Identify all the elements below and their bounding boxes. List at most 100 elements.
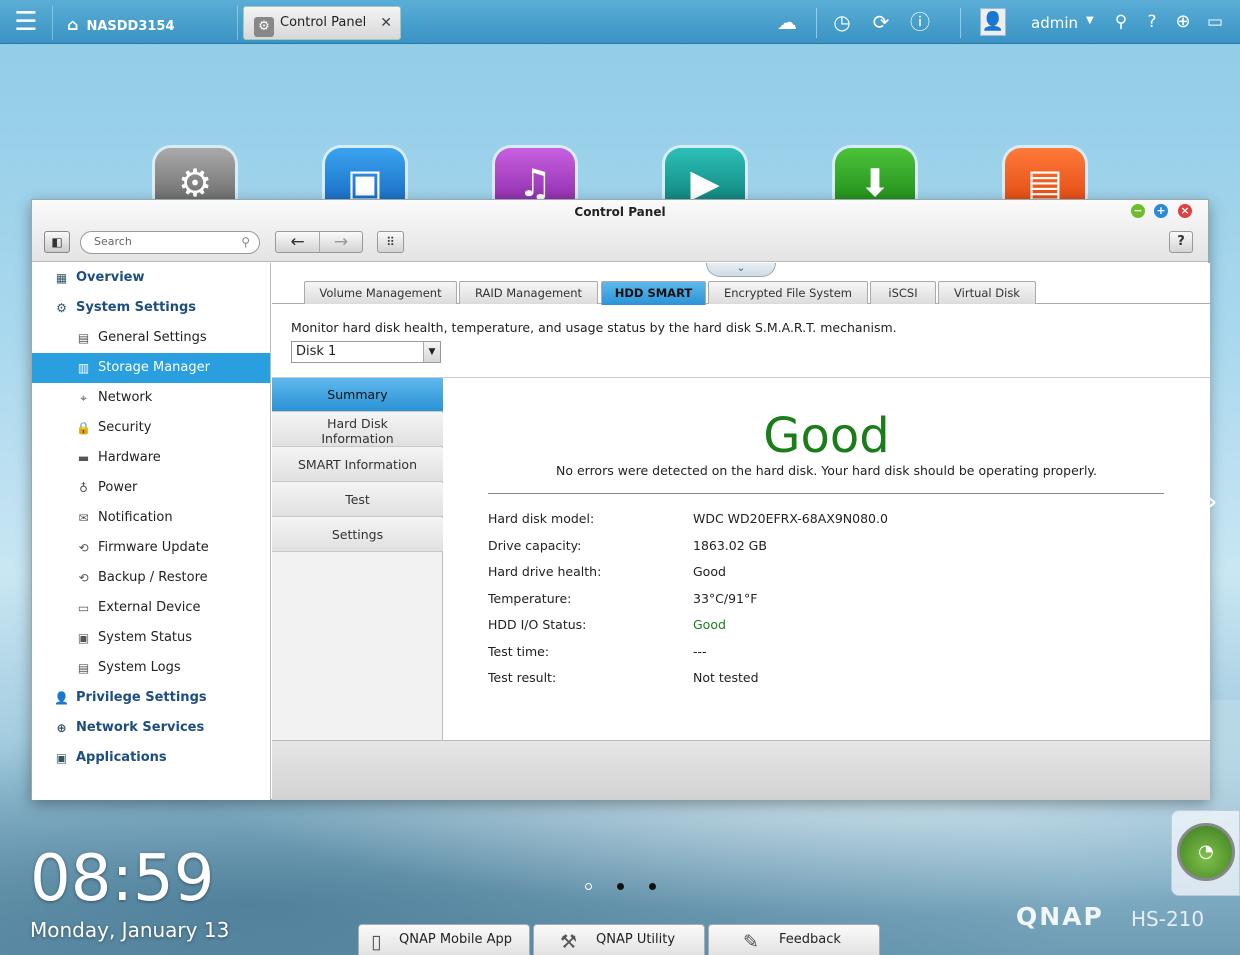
sidebar-item-backup-restore[interactable]: ⟲ Backup / Restore bbox=[32, 563, 270, 593]
help-button[interactable]: ? bbox=[1169, 231, 1193, 253]
content-footer bbox=[272, 740, 1210, 800]
sidebar-item-firmware-update[interactable]: ⟲ Firmware Update bbox=[32, 533, 270, 563]
sidebar-item-icon: 🔒 bbox=[76, 421, 91, 435]
info-icon[interactable]: ⓘ bbox=[907, 9, 933, 35]
sync-icon[interactable]: ⟳ bbox=[868, 9, 894, 35]
sidebar-item-icon: ▦ bbox=[55, 271, 68, 285]
help-icon[interactable]: ? bbox=[1139, 9, 1165, 35]
cloud-icon[interactable]: ☁ bbox=[774, 9, 800, 35]
close-icon[interactable]: ✕ bbox=[380, 15, 392, 31]
tab-volume-management[interactable]: Volume Management bbox=[304, 281, 457, 304]
detail-value: 33°C/91°F bbox=[693, 590, 758, 606]
menu-icon[interactable]: ☰ bbox=[8, 8, 44, 36]
control-panel-tab[interactable]: ⚙ Control Panel ✕ bbox=[243, 6, 401, 40]
tab-hdd-smart[interactable]: HDD SMART bbox=[601, 281, 706, 305]
home-tab[interactable]: ⌂ NASDD3154 bbox=[52, 6, 238, 40]
sidebar-item-network[interactable]: ⌖ Network bbox=[32, 383, 270, 413]
sidebar-item-icon: ⟲ bbox=[78, 571, 89, 585]
chevron-down-icon: ▼ bbox=[423, 342, 440, 362]
menu-smart-information[interactable]: SMART Information bbox=[272, 448, 443, 482]
detail-label: Hard drive health: bbox=[488, 564, 602, 579]
taskbar: ☰ ⌂ NASDD3154 ⚙ Control Panel ✕ ☁ ◷ ⟳ ⓘ 👤 … bbox=[0, 0, 1240, 44]
dock-feedback[interactable]: ✎ Feedback bbox=[708, 924, 880, 955]
hammer-icon: ⚒ bbox=[560, 931, 578, 953]
sidebar-item-icon: ⚙ bbox=[56, 301, 67, 315]
dock-mobile-app[interactable]: ▯ QNAP Mobile App bbox=[358, 924, 530, 955]
sidebar-item-label: Firmware Update bbox=[98, 540, 209, 555]
username[interactable]: admin bbox=[1031, 14, 1078, 32]
sidebar-item-system-settings[interactable]: ⚙ System Settings bbox=[32, 293, 270, 323]
user-icon[interactable]: 👤 bbox=[980, 8, 1006, 36]
health-status: Good bbox=[763, 408, 890, 464]
detail-label: Temperature: bbox=[488, 590, 572, 606]
sidebar-item-icon: ⌖ bbox=[80, 391, 87, 405]
page-dot[interactable] bbox=[585, 883, 592, 890]
tab-encrypted-file-system[interactable]: Encrypted File System bbox=[708, 281, 868, 304]
sidebar-item-icon: ▤ bbox=[77, 331, 90, 345]
sidebar-item-icon: ▥ bbox=[77, 361, 90, 375]
chevron-right-icon[interactable]: › bbox=[1208, 490, 1217, 515]
main-content: ⌄ Volume Management RAID Management HDD … bbox=[272, 262, 1210, 800]
sidebar-item-storage-manager[interactable]: ▥ Storage Manager bbox=[32, 353, 270, 383]
disk-select-value: Disk 1 bbox=[296, 344, 337, 359]
sidebar-item-power[interactable]: ♁ Power bbox=[32, 473, 270, 503]
sidebar-item-privilege-settings[interactable]: 👤 Privilege Settings bbox=[32, 683, 270, 713]
edit-icon: ✎ bbox=[743, 931, 759, 953]
detail-value: 1863.02 GB bbox=[693, 537, 767, 553]
tab-iscsi[interactable]: iSCSI bbox=[870, 281, 936, 304]
chevron-down-icon[interactable]: ▼ bbox=[1086, 15, 1094, 26]
clock-icon[interactable]: ◷ bbox=[829, 9, 855, 35]
menu-hard-disk-information[interactable]: Hard Disk Information bbox=[272, 413, 443, 447]
sidebar-item-label: Backup / Restore bbox=[98, 570, 208, 585]
dock-qnap-utility[interactable]: ⚒ QNAP Utility bbox=[533, 924, 705, 955]
sidebar-item-label: External Device bbox=[98, 600, 201, 615]
menu-settings[interactable]: Settings bbox=[272, 518, 443, 552]
minimize-button[interactable]: − bbox=[1131, 204, 1145, 218]
sidebar-item-label: Storage Manager bbox=[98, 360, 210, 375]
search-input[interactable]: Search ⚲ bbox=[80, 231, 260, 254]
close-button[interactable]: × bbox=[1178, 204, 1192, 218]
sidebar-item-icon: ▭ bbox=[77, 601, 90, 615]
app-grid-button[interactable]: ⠿ bbox=[377, 231, 404, 253]
divider bbox=[960, 8, 961, 38]
menu-test[interactable]: Test bbox=[272, 483, 443, 517]
disk-select[interactable]: Disk 1 ▼ bbox=[291, 341, 441, 363]
sidebar-item-security[interactable]: 🔒 Security bbox=[32, 413, 270, 443]
health-message: No errors were detected on the hard disk… bbox=[555, 463, 1098, 478]
sidebar-item-hardware[interactable]: ▬ Hardware bbox=[32, 443, 270, 473]
sidebar-item-label: System Logs bbox=[98, 660, 181, 675]
menu-summary[interactable]: Summary bbox=[272, 378, 443, 412]
dock-label: QNAP Utility bbox=[596, 932, 676, 947]
page-dot[interactable] bbox=[649, 883, 656, 890]
monitor-icon[interactable]: ▭ bbox=[1202, 9, 1228, 35]
dashboard-widget[interactable]: ◔ bbox=[1171, 810, 1240, 896]
tab-raid-management[interactable]: RAID Management bbox=[459, 281, 598, 304]
sidebar-item-external-device[interactable]: ▭ External Device bbox=[32, 593, 270, 623]
maximize-button[interactable]: + bbox=[1154, 204, 1168, 218]
detail-label: Drive capacity: bbox=[488, 537, 582, 553]
search-icon[interactable]: ⚲ bbox=[1108, 9, 1134, 35]
sidebar-item-label: System Settings bbox=[76, 300, 197, 315]
home-icon: ⌂ bbox=[67, 15, 79, 34]
sidebar-item-applications[interactable]: ▣ Applications bbox=[32, 743, 270, 773]
sidebar-item-network-services[interactable]: ⊕ Network Services bbox=[32, 713, 270, 743]
sidebar-item-system-status[interactable]: ▣ System Status bbox=[32, 623, 270, 653]
sidebar-item-label: System Status bbox=[98, 630, 193, 645]
sidebar-toggle-button[interactable]: ◧ bbox=[44, 231, 70, 253]
sidebar-item-notification[interactable]: ✉ Notification bbox=[32, 503, 270, 533]
window-header: Control Panel − + × ◧ Search ⚲ ← → ⠿ ? bbox=[32, 200, 1208, 262]
tab-virtual-disk[interactable]: Virtual Disk bbox=[938, 281, 1036, 304]
clock-time: 08:59 bbox=[30, 842, 215, 916]
globe-icon[interactable]: ⊕ bbox=[1170, 9, 1196, 35]
collapse-handle[interactable]: ⌄ bbox=[706, 262, 776, 277]
sidebar-item-overview[interactable]: ▦ Overview bbox=[32, 263, 270, 293]
sidebar-item-system-logs[interactable]: ▤ System Logs bbox=[32, 653, 270, 683]
detail-value: Good bbox=[693, 617, 726, 632]
back-button[interactable]: ← bbox=[276, 232, 319, 252]
forward-button[interactable]: → bbox=[319, 232, 362, 252]
sidebar-item-general-settings[interactable]: ▤ General Settings bbox=[32, 323, 270, 353]
page-dot[interactable] bbox=[617, 883, 624, 890]
brand-logo: QNAP bbox=[1016, 902, 1104, 931]
detail-label: HDD I/O Status: bbox=[488, 617, 587, 632]
sidebar-item-icon: ▣ bbox=[55, 751, 68, 765]
